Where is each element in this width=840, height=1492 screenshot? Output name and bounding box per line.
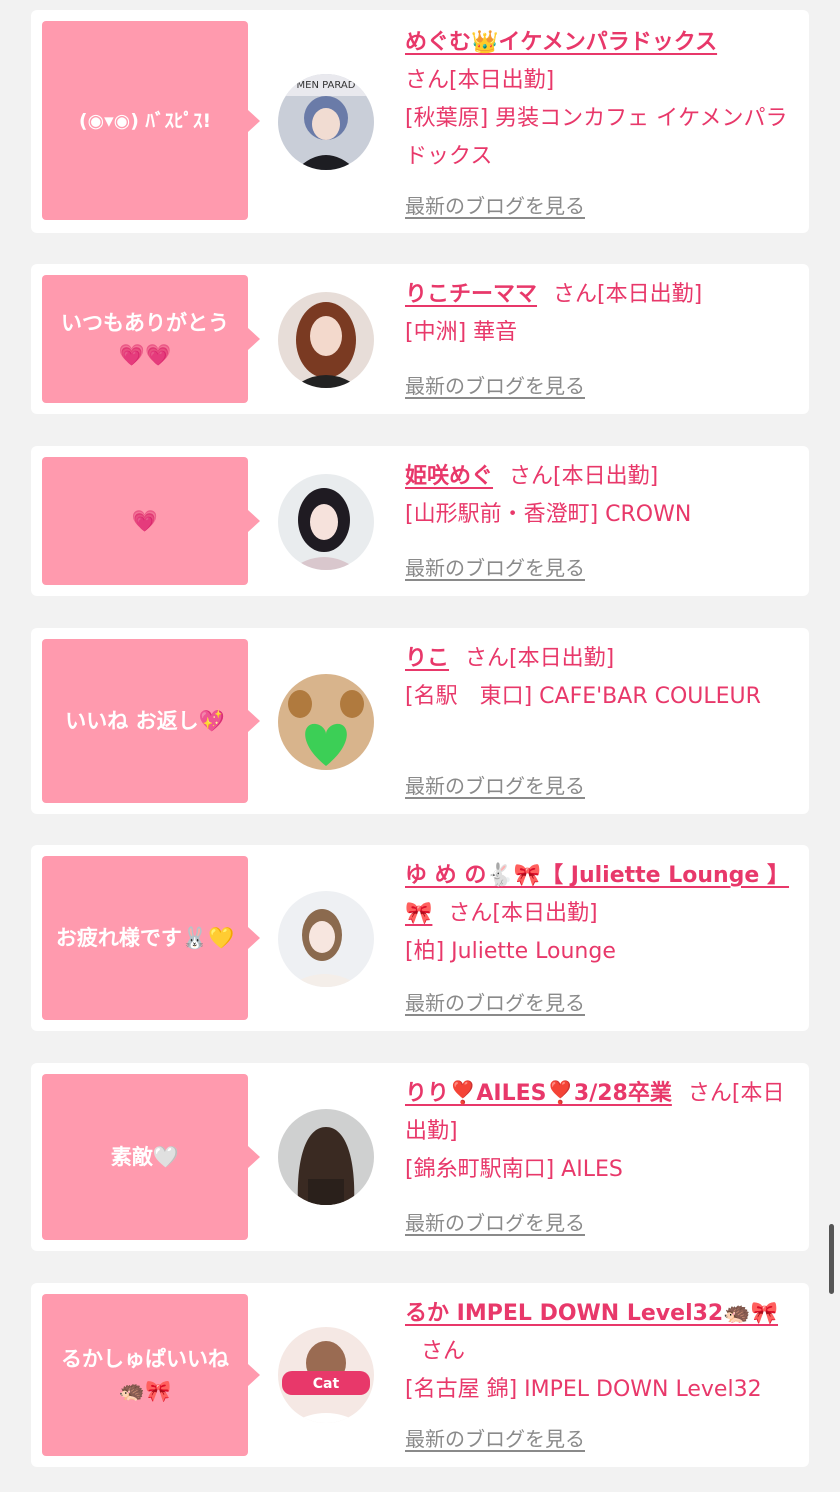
comment-bubble: 💗 xyxy=(42,457,260,585)
latest-blog-link[interactable]: 最新のブログを見る xyxy=(405,552,585,581)
entry-info: りり❣️AILES❣️3/28卒業 さん[本日出勤] [錦糸町駅南口] AILES xyxy=(405,1075,799,1189)
avatar-sign-text: Cat xyxy=(313,1376,340,1392)
avatar[interactable] xyxy=(278,674,374,770)
latest-blog-link[interactable]: 最新のブログを見る xyxy=(405,190,585,219)
scrollbar[interactable] xyxy=(829,1224,834,1294)
comment-text: るかしゅぱいいね🦔🎀 xyxy=(61,1347,229,1403)
shop-text: [名古屋 錦] IMPEL DOWN Level32 xyxy=(405,1377,762,1402)
comment-bubble: いつもありがとう💗💗 xyxy=(42,275,260,403)
latest-blog-link[interactable]: 最新のブログを見る xyxy=(405,987,585,1016)
comment-text: 💗 xyxy=(131,509,159,533)
cast-name-link[interactable]: りこ xyxy=(405,646,449,671)
status-text: さん xyxy=(421,1339,466,1364)
latest-blog-link[interactable]: 最新のブログを見る xyxy=(405,1423,585,1452)
comment-text: 素敵🤍 xyxy=(110,1145,180,1169)
blog-card: 💗 姫咲めぐ さん[本日出勤] [山形駅前・香澄町] CROWN 最新のブログを見… xyxy=(31,446,809,596)
status-text: さん[本日出勤] xyxy=(465,646,615,671)
comment-text: お疲れ様です🐰💛 xyxy=(55,926,235,950)
cast-name-link[interactable]: めぐむ👑イケメンパラドックス xyxy=(405,30,717,55)
latest-blog-link[interactable]: 最新のブログを見る xyxy=(405,1207,585,1236)
avatar[interactable] xyxy=(278,1109,374,1205)
entry-info: 姫咲めぐ さん[本日出勤] [山形駅前・香澄町] CROWN xyxy=(405,458,799,534)
entry-info: りこ さん[本日出勤] [名駅 東口] CAFE'BAR COULEUR xyxy=(405,640,799,716)
cast-name-link[interactable]: るか IMPEL DOWN Level32🦔🎀 xyxy=(405,1301,778,1326)
avatar[interactable]: Cat xyxy=(278,1327,374,1423)
comment-bubble: (◉▾◉) ﾊﾞｽﾋﾟｽ! xyxy=(42,21,260,220)
entry-info: るか IMPEL DOWN Level32🦔🎀 さん [名古屋 錦] IMPEL … xyxy=(405,1295,799,1409)
blog-card: るかしゅぱいいね🦔🎀 Cat るか IMPEL DOWN Level32🦔🎀 さん… xyxy=(31,1283,809,1467)
avatar[interactable] xyxy=(278,292,374,388)
cast-name-link[interactable]: りこチーママ xyxy=(405,282,537,307)
comment-bubble: お疲れ様です🐰💛 xyxy=(42,856,260,1020)
comment-text: (◉▾◉) ﾊﾞｽﾋﾟｽ! xyxy=(78,109,212,132)
shop-text: [錦糸町駅南口] AILES xyxy=(405,1157,623,1182)
avatar-sign-text: MEN PARAD xyxy=(297,80,356,91)
entry-info: ゆ め の🐇🎀【 Juliette Lounge 】🎀 さん[本日出勤] [柏] … xyxy=(405,857,799,971)
shop-text: [名駅 東口] CAFE'BAR COULEUR xyxy=(405,684,761,709)
cast-name-link[interactable]: 姫咲めぐ xyxy=(405,464,493,489)
comment-text: いつもありがとう💗💗 xyxy=(61,311,229,367)
comment-bubble: 素敵🤍 xyxy=(42,1074,260,1240)
shop-text: [山形駅前・香澄町] CROWN xyxy=(405,502,692,527)
cast-name-link[interactable]: りり❣️AILES❣️3/28卒業 xyxy=(405,1081,672,1106)
avatar[interactable] xyxy=(278,891,374,987)
avatar[interactable] xyxy=(278,474,374,570)
entry-info: めぐむ👑イケメンパラドックス さん[本日出勤] [秋葉原] 男装コンカフェ イケ… xyxy=(405,24,799,176)
comment-bubble: るかしゅぱいいね🦔🎀 xyxy=(42,1294,260,1456)
latest-blog-link[interactable]: 最新のブログを見る xyxy=(405,770,585,799)
comment-bubble: いいね お返し💖 xyxy=(42,639,260,803)
shop-text: [中洲] 華音 xyxy=(405,320,518,345)
entry-info: りこチーママ さん[本日出勤] [中洲] 華音 xyxy=(405,276,799,352)
avatar[interactable]: MEN PARAD xyxy=(278,74,374,170)
blog-card: お疲れ様です🐰💛 ゆ め の🐇🎀【 Juliette Lounge 】🎀 さん[本… xyxy=(31,845,809,1031)
comment-text: いいね お返し💖 xyxy=(65,709,225,733)
status-text: さん[本日出勤] xyxy=(509,464,659,489)
shop-text: [秋葉原] 男装コンカフェ イケメンパラドックス xyxy=(405,106,788,169)
status-text: さん[本日出勤] xyxy=(405,68,555,93)
blog-card: (◉▾◉) ﾊﾞｽﾋﾟｽ! MEN PARAD めぐむ👑イケメンパラドックス さ… xyxy=(31,10,809,233)
blog-card: 素敵🤍 りり❣️AILES❣️3/28卒業 さん[本日出勤] [錦糸町駅南口] A… xyxy=(31,1063,809,1251)
status-text: さん[本日出勤] xyxy=(448,901,598,926)
shop-text: [柏] Juliette Lounge xyxy=(405,939,616,964)
blog-card: いつもありがとう💗💗 りこチーママ さん[本日出勤] [中洲] 華音 最新のブログ… xyxy=(31,264,809,414)
latest-blog-link[interactable]: 最新のブログを見る xyxy=(405,370,585,399)
status-text: さん[本日出勤] xyxy=(553,282,703,307)
blog-card: いいね お返し💖 りこ さん[本日出勤] [名駅 東口] CAFE'BAR COU… xyxy=(31,628,809,814)
